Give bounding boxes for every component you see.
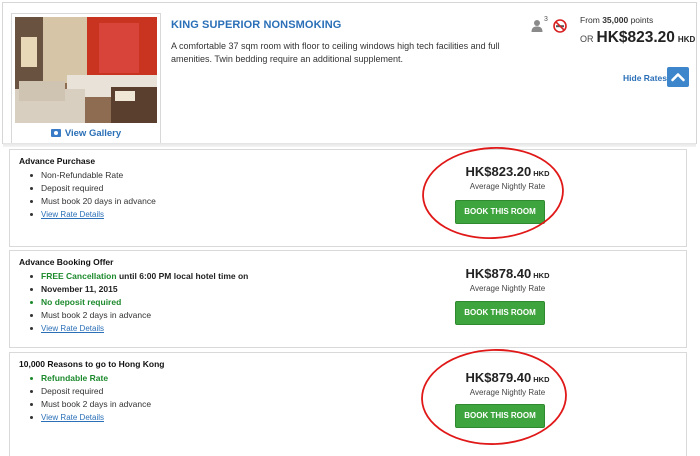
rate-price: HK$878.40 HKD: [450, 266, 565, 281]
rate-option-advance-booking-offer: Advance Booking Offer FREE Cancellation …: [9, 250, 687, 348]
rate-option-10000-reasons-hong-kong: 10,000 Reasons to go to Hong Kong Refund…: [9, 352, 687, 456]
points-suffix: points: [628, 15, 654, 25]
points-prefix: From: [580, 15, 603, 25]
view-gallery-link[interactable]: View Gallery: [12, 128, 160, 139]
rate-price-block: HK$823.20 HKD Average Nightly Rate: [450, 164, 565, 191]
rate-name: Advance Purchase: [19, 156, 96, 166]
points-price: From 35,000 points: [580, 15, 653, 25]
rate-details-list: FREE Cancellation until 6:00 PM local ho…: [19, 270, 319, 335]
book-this-room-button[interactable]: BOOK THIS ROOM: [455, 301, 545, 325]
rate-details-list: Non-Refundable Rate Deposit required Mus…: [19, 169, 319, 221]
rate-price: HK$823.20 HKD: [450, 164, 565, 179]
rate-bullet: Must book 2 days in advance: [19, 309, 319, 322]
or-label: OR: [580, 34, 594, 44]
room-title[interactable]: KING SUPERIOR NONSMOKING: [171, 19, 341, 31]
chevron-up-icon: [671, 73, 685, 82]
book-this-room-button[interactable]: BOOK THIS ROOM: [455, 404, 545, 428]
view-rate-details-link[interactable]: View Rate Details: [41, 210, 104, 219]
hide-rates-link[interactable]: Hide Rates: [623, 73, 667, 83]
hide-rates-button[interactable]: [667, 67, 689, 87]
rate-bullet: Must book 2 days in advance: [19, 398, 319, 411]
rate-bullet: Must book 20 days in advance: [19, 195, 319, 208]
occupancy-person-icon: [531, 20, 543, 32]
view-gallery-label: View Gallery: [64, 128, 122, 139]
book-this-room-button[interactable]: BOOK THIS ROOM: [455, 200, 545, 224]
rate-price-block: HK$879.40 HKD Average Nightly Rate: [450, 370, 565, 397]
room-price-currency: HKD: [677, 35, 696, 44]
view-rate-details-link[interactable]: View Rate Details: [41, 413, 104, 422]
rate-bullet: No deposit required: [19, 296, 319, 309]
rate-price-amount: HK$879.40: [465, 370, 532, 385]
view-rate-details-link[interactable]: View Rate Details: [41, 324, 104, 333]
rate-price-note: Average Nightly Rate: [469, 182, 546, 191]
occupancy-count: 3: [544, 16, 548, 23]
room-description: A comfortable 37 sqm room with floor to …: [171, 41, 500, 64]
room-card: View Gallery KING SUPERIOR NONSMOKING A …: [2, 2, 697, 147]
free-cancellation-label: FREE Cancellation: [41, 271, 117, 281]
rate-details-list: Refundable Rate Deposit required Must bo…: [19, 372, 319, 424]
room-photo-frame: View Gallery: [11, 13, 161, 144]
rate-details-item: View Rate Details: [19, 208, 319, 221]
rate-price-amount: HK$823.20: [465, 164, 532, 179]
room-photo-image: [15, 17, 157, 123]
free-cancellation-date: November 11, 2015: [41, 284, 118, 294]
rate-bullet-cancellation-date: November 11, 2015: [19, 283, 319, 296]
room-photo[interactable]: [15, 17, 157, 123]
free-cancellation-terms: until 6:00 PM local hotel time on: [116, 271, 249, 281]
rate-price-currency: HKD: [533, 375, 550, 384]
rate-price: HK$879.40 HKD: [450, 370, 565, 385]
rate-price-currency: HKD: [533, 271, 550, 280]
rate-name: 10,000 Reasons to go to Hong Kong: [19, 359, 165, 369]
rate-price-block: HK$878.40 HKD Average Nightly Rate: [450, 266, 565, 293]
rate-price-note: Average Nightly Rate: [469, 284, 546, 293]
room-price-amount: HK$823.20: [596, 29, 675, 46]
rate-option-advance-purchase: Advance Purchase Non-Refundable Rate Dep…: [9, 149, 687, 247]
no-smoking-icon: [553, 19, 567, 33]
rate-price-amount: HK$878.40: [465, 266, 532, 281]
rate-bullet: Deposit required: [19, 182, 319, 195]
room-cash-price: OR HK$823.20 HKD: [580, 29, 695, 47]
rate-details-item: View Rate Details: [19, 322, 319, 335]
rate-price-currency: HKD: [533, 169, 550, 178]
rate-bullet: Refundable Rate: [19, 372, 319, 385]
rate-bullet: Non-Refundable Rate: [19, 169, 319, 182]
rate-details-item: View Rate Details: [19, 411, 319, 424]
gallery-camera-icon: [50, 129, 61, 137]
rate-price-note: Average Nightly Rate: [469, 388, 546, 397]
rate-bullet-cancellation: FREE Cancellation until 6:00 PM local ho…: [19, 270, 319, 283]
rate-name: Advance Booking Offer: [19, 257, 114, 267]
rate-bullet: Deposit required: [19, 385, 319, 398]
points-value: 35,000: [602, 15, 629, 25]
